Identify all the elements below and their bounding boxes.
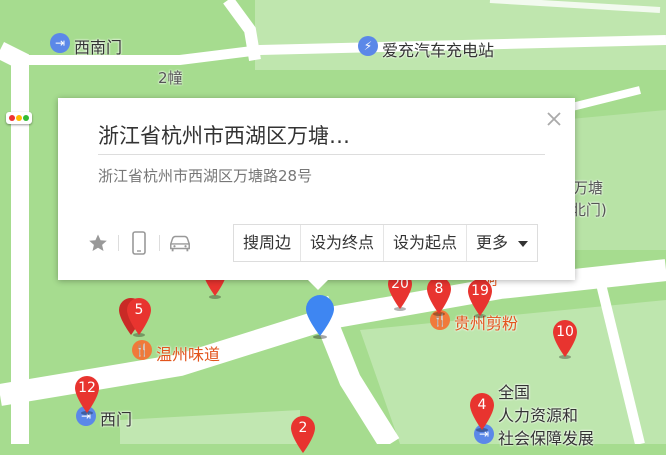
set-destination-button[interactable]: 设为终点	[301, 225, 385, 261]
label-wenzhou[interactable]: 温州味道	[156, 341, 220, 365]
close-icon[interactable]	[545, 110, 563, 128]
traffic-light-icon	[6, 112, 32, 124]
label-xinanmen[interactable]: 西南门	[74, 34, 122, 58]
label-ministry-2[interactable]: 人力资源和	[498, 402, 578, 426]
marker-12[interactable]: 12	[74, 375, 100, 415]
divider	[159, 235, 160, 251]
marker-10[interactable]: 10	[552, 319, 578, 359]
popup-address: 浙江省杭州市西湖区万塘路28号	[98, 167, 313, 185]
car-icon[interactable]	[168, 231, 192, 255]
popup-icon-row	[86, 230, 192, 256]
label-ministry-1[interactable]: 全国	[498, 379, 530, 403]
restaurant-icon[interactable]: 🍴	[132, 340, 152, 360]
marker-4[interactable]: 4	[469, 392, 495, 432]
marker-10-label: 10	[556, 324, 574, 340]
label-ministry-3[interactable]: 社会保障发展	[498, 425, 594, 449]
marker-8[interactable]: 8	[426, 276, 452, 316]
popup-pointer	[308, 280, 328, 290]
phone-icon[interactable]	[127, 231, 151, 255]
chevron-down-icon	[518, 240, 529, 247]
marker-2[interactable]: 2	[290, 415, 316, 453]
marker-5[interactable]: 5	[126, 297, 152, 337]
marker-2-label: 2	[298, 420, 308, 436]
label-ximen[interactable]: 西门	[100, 406, 132, 430]
star-icon[interactable]	[86, 231, 110, 255]
more-dropdown[interactable]: 更多	[467, 225, 537, 261]
search-nearby-button[interactable]: 搜周边	[234, 225, 302, 261]
popup-action-group: 搜周边 设为终点 设为起点 更多	[233, 224, 539, 262]
charging-station-icon[interactable]: ⚡	[358, 36, 378, 56]
popup-divider	[98, 154, 545, 155]
marker-19[interactable]: 19	[467, 278, 493, 318]
set-origin-button[interactable]: 设为起点	[384, 225, 468, 261]
label-charger[interactable]: 爱充汽车充电站	[382, 37, 494, 61]
more-label: 更多	[476, 233, 509, 252]
marker-5-label: 5	[134, 302, 144, 318]
marker-19-label: 19	[471, 283, 489, 299]
popup-title: 浙江省杭州市西湖区万塘…	[98, 124, 350, 148]
marker-4-label: 4	[477, 397, 487, 413]
marker-8-label: 8	[434, 281, 444, 297]
location-pin-icon[interactable]	[305, 294, 334, 339]
label-building-2: 2幢	[158, 69, 183, 87]
gate-poi-icon[interactable]: ⇥	[50, 33, 70, 53]
info-popup: 浙江省杭州市西湖区万塘… 浙江省杭州市西湖区万塘路28号 搜周边 设为终点 设为…	[58, 98, 575, 290]
marker-12-label: 12	[78, 380, 96, 396]
label-wantang: 万塘	[573, 179, 604, 197]
divider	[118, 235, 119, 251]
